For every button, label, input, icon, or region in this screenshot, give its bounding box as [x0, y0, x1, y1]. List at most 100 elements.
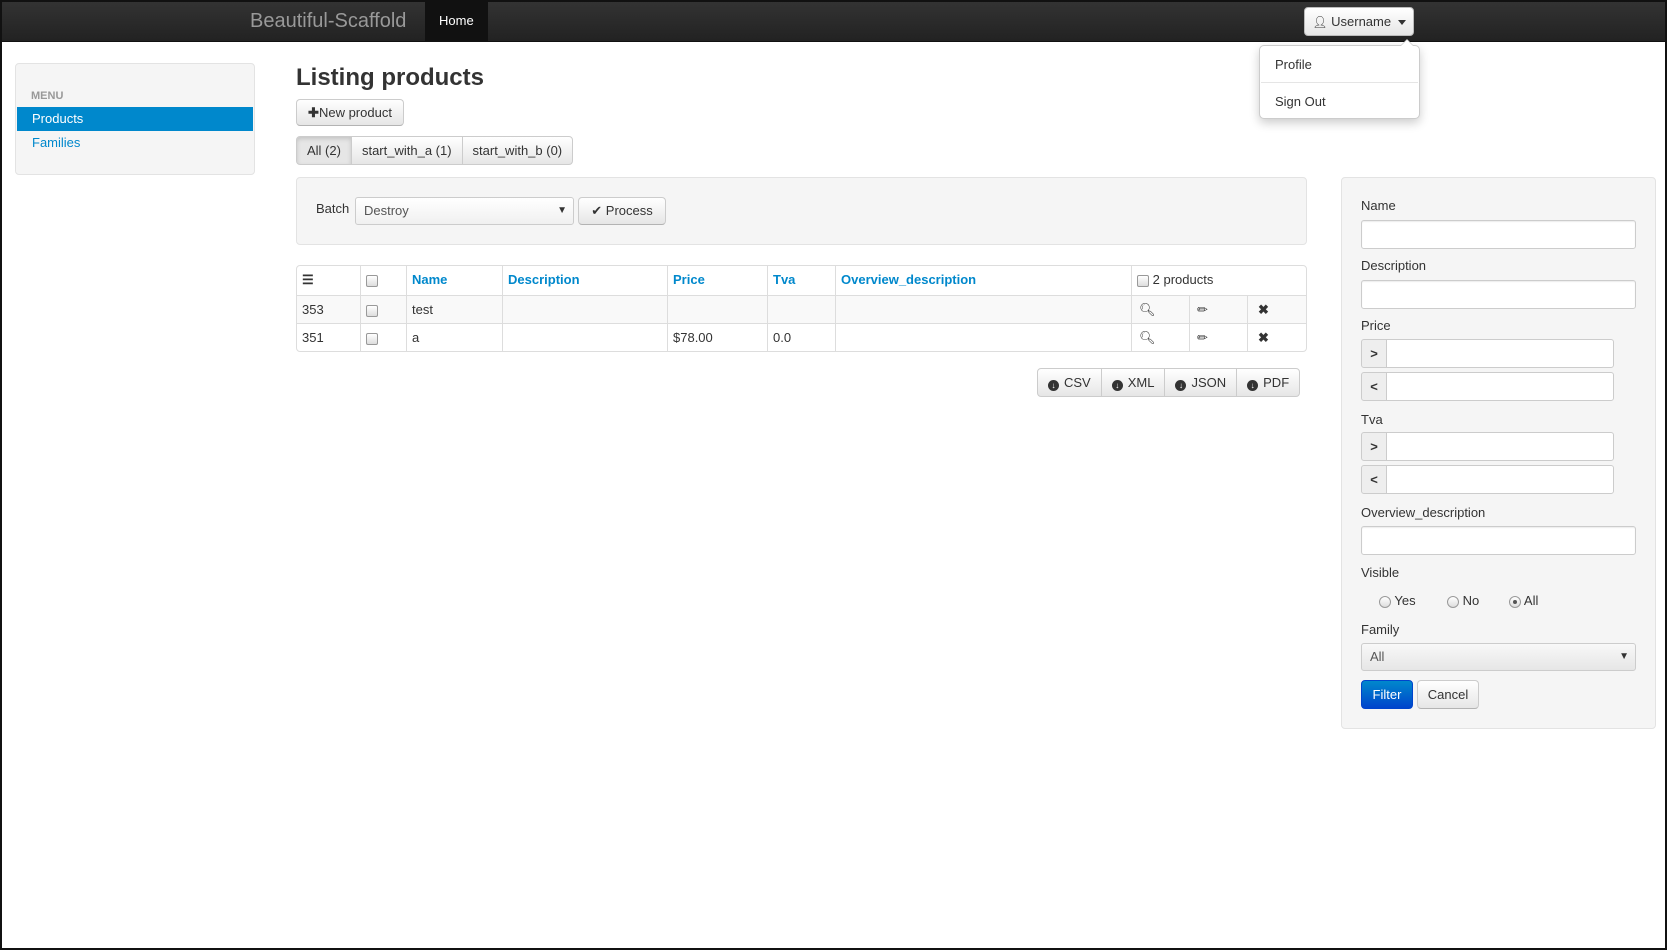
- row-description: [502, 324, 667, 351]
- family-select[interactable]: All ▼: [1361, 643, 1636, 671]
- menu-item-sign-out[interactable]: Sign Out: [1275, 94, 1326, 109]
- batch-action-value: Destroy: [364, 203, 409, 218]
- plus-icon: ✚: [308, 105, 319, 120]
- row-edit-cell: ✏︎: [1189, 296, 1247, 323]
- column-header-price[interactable]: Price: [667, 266, 767, 295]
- sidebar-item-families[interactable]: Families: [17, 131, 253, 155]
- nav-home-link[interactable]: Home: [425, 2, 488, 42]
- user-menu-button[interactable]: 👤︎ Username: [1304, 7, 1414, 36]
- new-product-label: New product: [318, 105, 392, 120]
- filter-visible-label: Visible: [1361, 565, 1400, 580]
- export-csv-button[interactable]: ↓ CSV: [1037, 368, 1102, 397]
- product-count-label: 2 products: [1152, 272, 1214, 287]
- filter-overview-label: Overview_description: [1361, 505, 1486, 520]
- row-show-cell: 🔍︎: [1131, 324, 1189, 351]
- row-tva: 0.0: [767, 324, 835, 351]
- filter-description-input[interactable]: [1361, 280, 1636, 309]
- filter-price-max-input[interactable]: [1386, 372, 1614, 401]
- column-header-name[interactable]: Name: [406, 266, 502, 295]
- new-product-button[interactable]: ✚New product: [296, 99, 404, 126]
- row-name: test: [406, 296, 502, 323]
- visible-no-option[interactable]: No: [1447, 593, 1479, 608]
- row-delete-cell: ✖: [1247, 296, 1306, 323]
- batch-actions-panel: Batch Destroy ▼ ✔ Process: [296, 177, 1307, 245]
- visible-all-option[interactable]: All: [1509, 593, 1538, 608]
- row-price: $78.00: [667, 324, 767, 351]
- sidebar: MENU Products Families: [15, 63, 255, 175]
- filter-family-label: Family: [1361, 622, 1400, 637]
- export-pdf-button[interactable]: ↓ PDF: [1236, 368, 1301, 397]
- filter-overview-input[interactable]: [1361, 526, 1636, 555]
- pencil-icon[interactable]: ✏︎: [1197, 330, 1208, 345]
- export-buttons: ↓ CSV ↓ XML ↓ JSON ↓ PDF: [1037, 368, 1301, 397]
- filter-tva-max-input[interactable]: [1386, 465, 1614, 494]
- export-json-button[interactable]: ↓ JSON: [1164, 368, 1238, 397]
- column-list-icon-cell: ☰: [297, 266, 360, 295]
- filter-name-input[interactable]: [1361, 220, 1636, 249]
- product-count-cell: 2 products: [1131, 266, 1306, 295]
- column-header-description[interactable]: Description: [502, 266, 667, 295]
- row-description: [502, 296, 667, 323]
- radio-all[interactable]: [1509, 595, 1521, 608]
- sidebar-item-products[interactable]: Products: [17, 107, 253, 131]
- delete-x-icon[interactable]: ✖: [1258, 302, 1269, 317]
- scope-all[interactable]: All (2): [296, 136, 352, 165]
- download-icon: ↓: [1175, 380, 1187, 391]
- download-icon: ↓: [1048, 380, 1059, 391]
- row-price: [667, 296, 767, 323]
- select-arrow-icon: ▼: [557, 205, 567, 216]
- filter-tva-min-input[interactable]: [1386, 432, 1614, 461]
- search-icon[interactable]: 🔍︎: [1139, 302, 1156, 317]
- row-name: a: [406, 324, 502, 351]
- menu-item-profile[interactable]: Profile: [1275, 57, 1312, 72]
- filter-name-label: Name: [1361, 198, 1396, 213]
- column-header-overview-description[interactable]: Overview_description: [835, 266, 1131, 295]
- row-overview: [835, 296, 1131, 323]
- batch-action-select[interactable]: Destroy ▼: [355, 197, 574, 225]
- select-all-products-checkbox[interactable]: [1137, 274, 1149, 287]
- row-checkbox-cell: [360, 324, 406, 351]
- radio-no[interactable]: [1447, 595, 1459, 608]
- scope-tabs: All (2) start_with_a (1) start_with_b (0…: [296, 136, 574, 165]
- row-checkbox[interactable]: [366, 304, 378, 317]
- row-id: 351: [302, 330, 324, 345]
- row-overview: [835, 324, 1131, 351]
- process-button[interactable]: ✔ Process: [578, 197, 666, 225]
- row-show-cell: 🔍︎: [1131, 296, 1189, 323]
- download-icon: ↓: [1247, 380, 1259, 391]
- family-select-value: All: [1370, 649, 1385, 664]
- menu-divider: [1261, 82, 1418, 83]
- list-icon[interactable]: ☰: [302, 272, 314, 287]
- cancel-button[interactable]: Cancel: [1417, 680, 1479, 709]
- scope-start-with-b[interactable]: start_with_b (0): [461, 136, 574, 165]
- row-id: 353: [302, 302, 324, 317]
- products-table: ☰ Name Description Price Tva Overview_de…: [296, 265, 1307, 352]
- download-icon: ↓: [1111, 380, 1123, 391]
- scope-start-with-a[interactable]: start_with_a (1): [350, 136, 463, 165]
- top-navbar: Beautiful-Scaffold Home 👤︎ Username: [2, 2, 1665, 42]
- row-checkbox-cell: [360, 296, 406, 323]
- visible-yes-option[interactable]: Yes: [1379, 593, 1416, 608]
- select-arrow-icon: ▼: [1619, 651, 1629, 662]
- user-menu-label: Username: [1331, 14, 1392, 29]
- process-label: Process: [605, 203, 653, 218]
- filter-description-label: Description: [1361, 258, 1427, 273]
- delete-x-icon[interactable]: ✖: [1258, 330, 1269, 345]
- less-than-icon: <: [1361, 372, 1387, 401]
- brand-logo[interactable]: Beautiful-Scaffold: [250, 10, 406, 33]
- radio-yes[interactable]: [1379, 595, 1391, 608]
- pencil-icon[interactable]: ✏︎: [1197, 302, 1208, 317]
- export-xml-button[interactable]: ↓ XML: [1100, 368, 1166, 397]
- check-icon: ✔: [591, 203, 603, 218]
- table-row: 353 test 🔍︎ ✏︎ ✖: [297, 295, 1306, 323]
- filter-price-label: Price: [1361, 318, 1391, 333]
- column-header-tva[interactable]: Tva: [767, 266, 835, 295]
- row-checkbox[interactable]: [366, 332, 378, 345]
- row-edit-cell: ✏︎: [1189, 324, 1247, 351]
- select-all-checkbox[interactable]: [366, 274, 378, 287]
- filter-button[interactable]: Filter: [1361, 680, 1413, 709]
- filter-price-min-input[interactable]: [1386, 339, 1614, 368]
- page-title: Listing products: [296, 64, 484, 91]
- search-icon[interactable]: 🔍︎: [1139, 330, 1156, 345]
- table-header-row: ☰ Name Description Price Tva Overview_de…: [297, 266, 1306, 295]
